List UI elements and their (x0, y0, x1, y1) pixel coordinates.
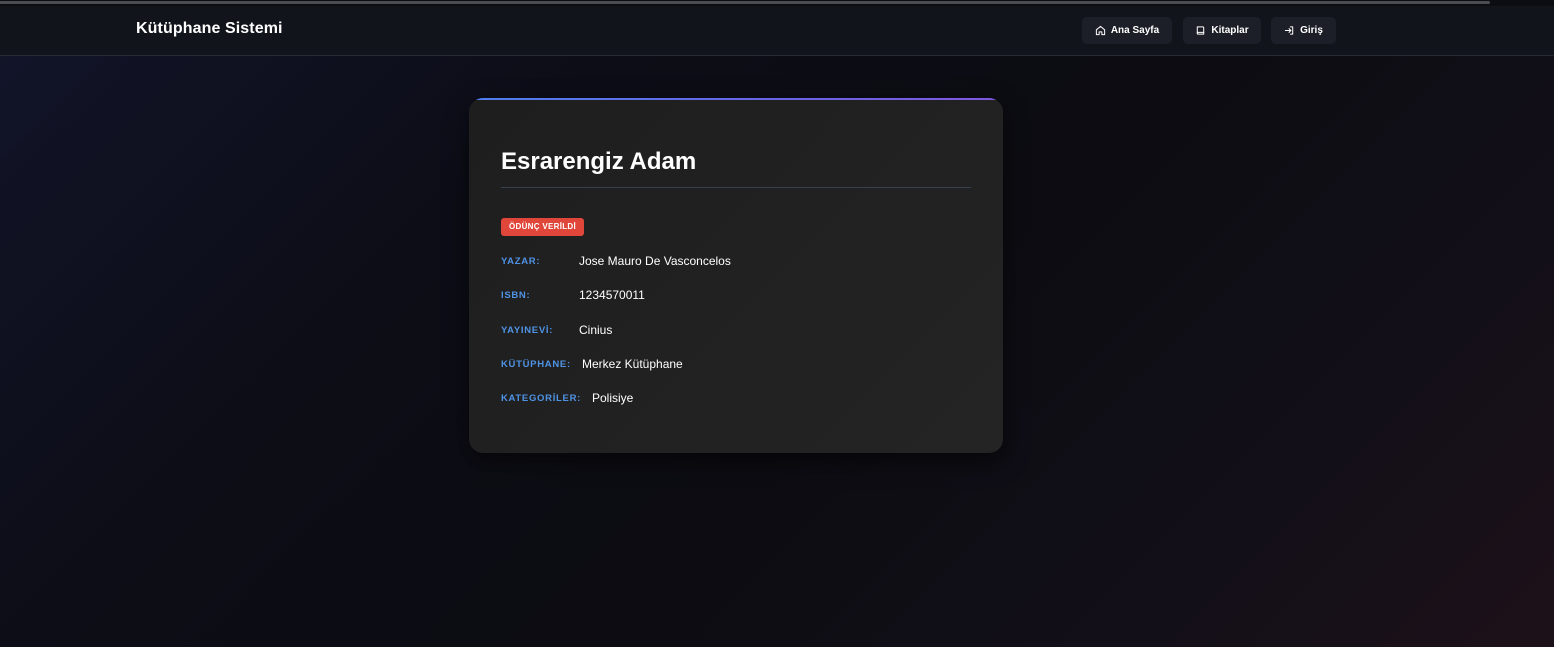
status-badge: ÖDÜNÇ VERİLDİ (501, 218, 585, 236)
author-value: Jose Mauro De Vasconcelos (579, 254, 731, 268)
book-detail-card: Esrarengiz Adam ÖDÜNÇ VERİLDİ YAZAR: Jos… (469, 98, 1003, 453)
nav-books-label: Kitaplar (1211, 25, 1249, 36)
publisher-value: Cinius (579, 323, 613, 337)
navbar: Kütüphane Sistemi Ana Sayfa Kitaplar Gir… (0, 6, 1554, 56)
author-row: YAZAR: Jose Mauro De Vasconcelos (501, 254, 731, 268)
categories-value: Polisiye (592, 391, 634, 405)
publisher-row: YAYINEVİ: Cinius (501, 323, 612, 337)
book-icon (1195, 25, 1206, 36)
brand-title[interactable]: Kütüphane Sistemi (136, 20, 283, 38)
library-label: KÜTÜPHANE: (501, 358, 571, 370)
card-accent-line (469, 98, 1003, 100)
nav-home-label: Ana Sayfa (1110, 25, 1160, 36)
login-icon (1284, 25, 1295, 36)
categories-label: KATEGORİLER: (501, 392, 581, 404)
scroll-progress-bar (0, 1, 1490, 4)
library-value: Merkez Kütüphane (582, 357, 683, 371)
categories-row: KATEGORİLER: Polisiye (501, 391, 633, 405)
home-icon (1095, 25, 1106, 36)
nav-home-button[interactable]: Ana Sayfa (1082, 17, 1172, 44)
publisher-label: YAYINEVİ: (501, 324, 554, 336)
nav-login-button[interactable]: Giriş (1271, 17, 1336, 44)
isbn-value: 1234570011 (579, 288, 645, 302)
nav-login-label: Giriş (1300, 25, 1323, 36)
library-row: KÜTÜPHANE: Merkez Kütüphane (501, 357, 683, 371)
title-divider (501, 187, 971, 188)
isbn-row: ISBN: 1234570011 (501, 288, 645, 302)
book-title: Esrarengiz Adam (501, 148, 697, 175)
nav-books-button[interactable]: Kitaplar (1183, 17, 1261, 44)
isbn-label: ISBN: (501, 289, 531, 301)
author-label: YAZAR: (501, 255, 541, 267)
